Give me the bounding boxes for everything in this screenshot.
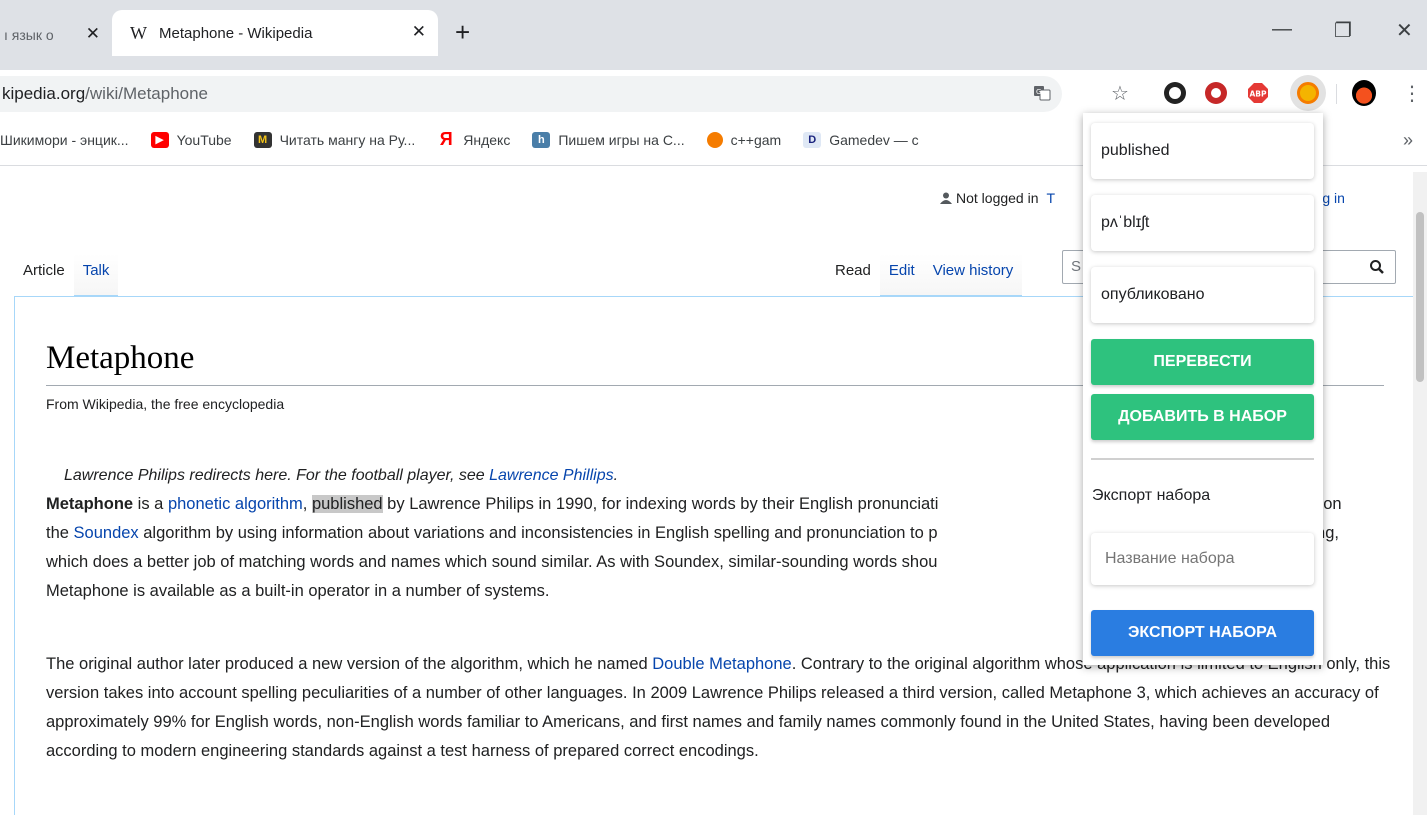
bookmark-label: Читать мангу на Ру... [279, 131, 416, 148]
text: The original author later produced a new… [46, 655, 653, 673]
transcription-card: pʌˈblɪʃt [1091, 195, 1314, 251]
talk-link[interactable]: T [1047, 190, 1056, 206]
habr-icon: h [532, 131, 551, 148]
bookmark-label: Пишем игры на С... [558, 131, 685, 148]
bookmark-label: Gamedev — с [829, 131, 919, 148]
hatnote-text: Lawrence Philips redirects here. For the… [64, 467, 490, 484]
tab-edit-label: Edit [888, 262, 915, 279]
text: which does a better job of matching word… [46, 553, 938, 571]
extension-sound-icon[interactable] [1204, 81, 1228, 105]
tab-edit[interactable]: Edit [879, 254, 924, 296]
soundex-link[interactable]: Soundex [74, 524, 139, 542]
close-window-icon[interactable]: ✕ [1396, 18, 1413, 43]
text: by Lawrence Philips in 1990, for indexin… [382, 495, 939, 513]
toolbar-divider [1336, 84, 1337, 104]
paragraph-double-metaphone: The original author later produced a new… [46, 650, 1391, 766]
manga-icon: M [253, 131, 272, 148]
tab-talk-label: Talk [82, 262, 110, 279]
source-word-card: published [1091, 123, 1314, 179]
login-status: Not logged in [956, 190, 1039, 206]
bookmark-cpp-gam[interactable]: c++gam [706, 131, 782, 148]
translation-card: опубликовано [1091, 267, 1314, 323]
translate-button[interactable]: ПЕРЕВЕСТИ [1091, 339, 1314, 385]
search-icon[interactable] [1369, 259, 1385, 275]
adblock-plus-icon[interactable]: ABP [1246, 81, 1270, 105]
kebab-menu-icon[interactable]: ⋮ [1400, 81, 1424, 105]
export-set-label: Экспорт набора [1092, 487, 1211, 504]
translator-extension-icon[interactable] [1290, 75, 1326, 111]
close-tab-icon[interactable]: ✕ [86, 24, 100, 44]
abp-badge: ABP [1249, 90, 1267, 99]
hatnote-link[interactable]: Lawrence Phillips [489, 467, 614, 484]
bookmark-manga[interactable]: M Читать мангу на Ру... [253, 131, 416, 148]
youtube-icon: ▶ [150, 131, 169, 148]
new-tab-button[interactable]: + [455, 18, 470, 46]
selected-word[interactable]: published [311, 495, 383, 513]
restore-icon[interactable]: ❐ [1334, 18, 1352, 43]
tab-title: ı язык о [4, 27, 54, 43]
tab-active[interactable]: W Metaphone - Wikipedia ✕ [112, 10, 438, 56]
tab-title: Metaphone - Wikipedia [159, 24, 313, 42]
user-icon [940, 192, 952, 204]
bookmark-habr[interactable]: h Пишем игры на С... [532, 131, 685, 148]
svg-text:G: G [1036, 88, 1041, 96]
address-bar[interactable]: kipedia.org/wiki/Metaphone [0, 76, 1062, 112]
url-path: /wiki/Metaphone [85, 84, 209, 103]
browser-toolbar: kipedia.org/wiki/Metaphone G ☆ ABP ⋮ [0, 70, 1427, 114]
orange-icon [706, 131, 723, 148]
bookmark-yandex[interactable]: Я Яндекс [437, 129, 511, 149]
yandex-icon: Я [439, 129, 453, 149]
bookmark-gamedev[interactable]: D Gamedev — с [803, 131, 919, 148]
profile-avatar[interactable] [1352, 80, 1376, 106]
close-tab-icon[interactable]: ✕ [412, 22, 426, 42]
namespace-tabs: Article Talk [14, 254, 119, 296]
url-host: kipedia.org [2, 84, 86, 103]
text: Metaphone is available as a built-in ope… [46, 582, 550, 600]
page-title: Metaphone [46, 340, 195, 376]
tab-talk[interactable]: Talk [73, 254, 119, 296]
popup-divider [1091, 458, 1314, 460]
bookmark-label: c++gam [730, 131, 782, 148]
tab-inactive[interactable]: ı язык о ✕ [0, 14, 112, 56]
phonetic-algorithm-link[interactable]: phonetic algorithm [168, 495, 303, 513]
tab-strip: ı язык о ✕ W Metaphone - Wikipedia ✕ + —… [0, 0, 1427, 70]
tab-history-label: View history [932, 262, 1014, 279]
view-tabs: Read Edit View history [826, 254, 1023, 296]
bookmark-star-icon[interactable]: ☆ [1108, 81, 1132, 105]
hatnote: Lawrence Philips redirects here. For the… [64, 467, 618, 485]
minimize-icon[interactable]: — [1272, 18, 1292, 41]
d-icon: D [803, 131, 822, 148]
tab-read[interactable]: Read [826, 254, 880, 296]
search-placeholder: S [1071, 258, 1082, 275]
tab-view-history[interactable]: View history [923, 254, 1023, 296]
add-to-set-button[interactable]: ДОБАВИТЬ В НАБОР [1091, 394, 1314, 440]
bold-term: Metaphone [46, 495, 134, 513]
export-set-button[interactable]: ЭКСПОРТ НАБОРА [1091, 610, 1314, 656]
translate-icon[interactable]: G [1030, 81, 1054, 105]
hatnote-end: . [613, 467, 619, 484]
bookmark-youtube[interactable]: ▶ YouTube [150, 131, 232, 148]
page-scrollbar[interactable] [1413, 172, 1427, 815]
set-name-input[interactable] [1091, 533, 1314, 585]
bookmark-label: Яндекс [463, 131, 511, 148]
text: , [302, 495, 312, 513]
bookmark-shikimori[interactable]: Шикимори - энцик... [0, 132, 129, 148]
extension-w-icon[interactable] [1163, 81, 1187, 105]
site-tagline: From Wikipedia, the free encyclopedia [46, 396, 285, 412]
tab-article[interactable]: Article [14, 254, 74, 296]
address-url: kipedia.org/wiki/Metaphone [0, 84, 208, 104]
text: is a [133, 495, 168, 513]
bookmark-label: YouTube [176, 131, 232, 148]
text: the [46, 524, 74, 542]
scrollbar-thumb[interactable] [1416, 212, 1424, 382]
bookmarks-overflow-icon[interactable]: » [1403, 130, 1413, 151]
bookmark-label: Шикимори - энцик... [0, 131, 129, 148]
wikipedia-favicon-icon: W [130, 22, 147, 43]
double-metaphone-link[interactable]: Double Metaphone [652, 655, 791, 673]
translator-popup: published pʌˈblɪʃt опубликовано ПЕРЕВЕСТ… [1083, 113, 1323, 665]
text: algorithm by using information about var… [138, 524, 938, 542]
